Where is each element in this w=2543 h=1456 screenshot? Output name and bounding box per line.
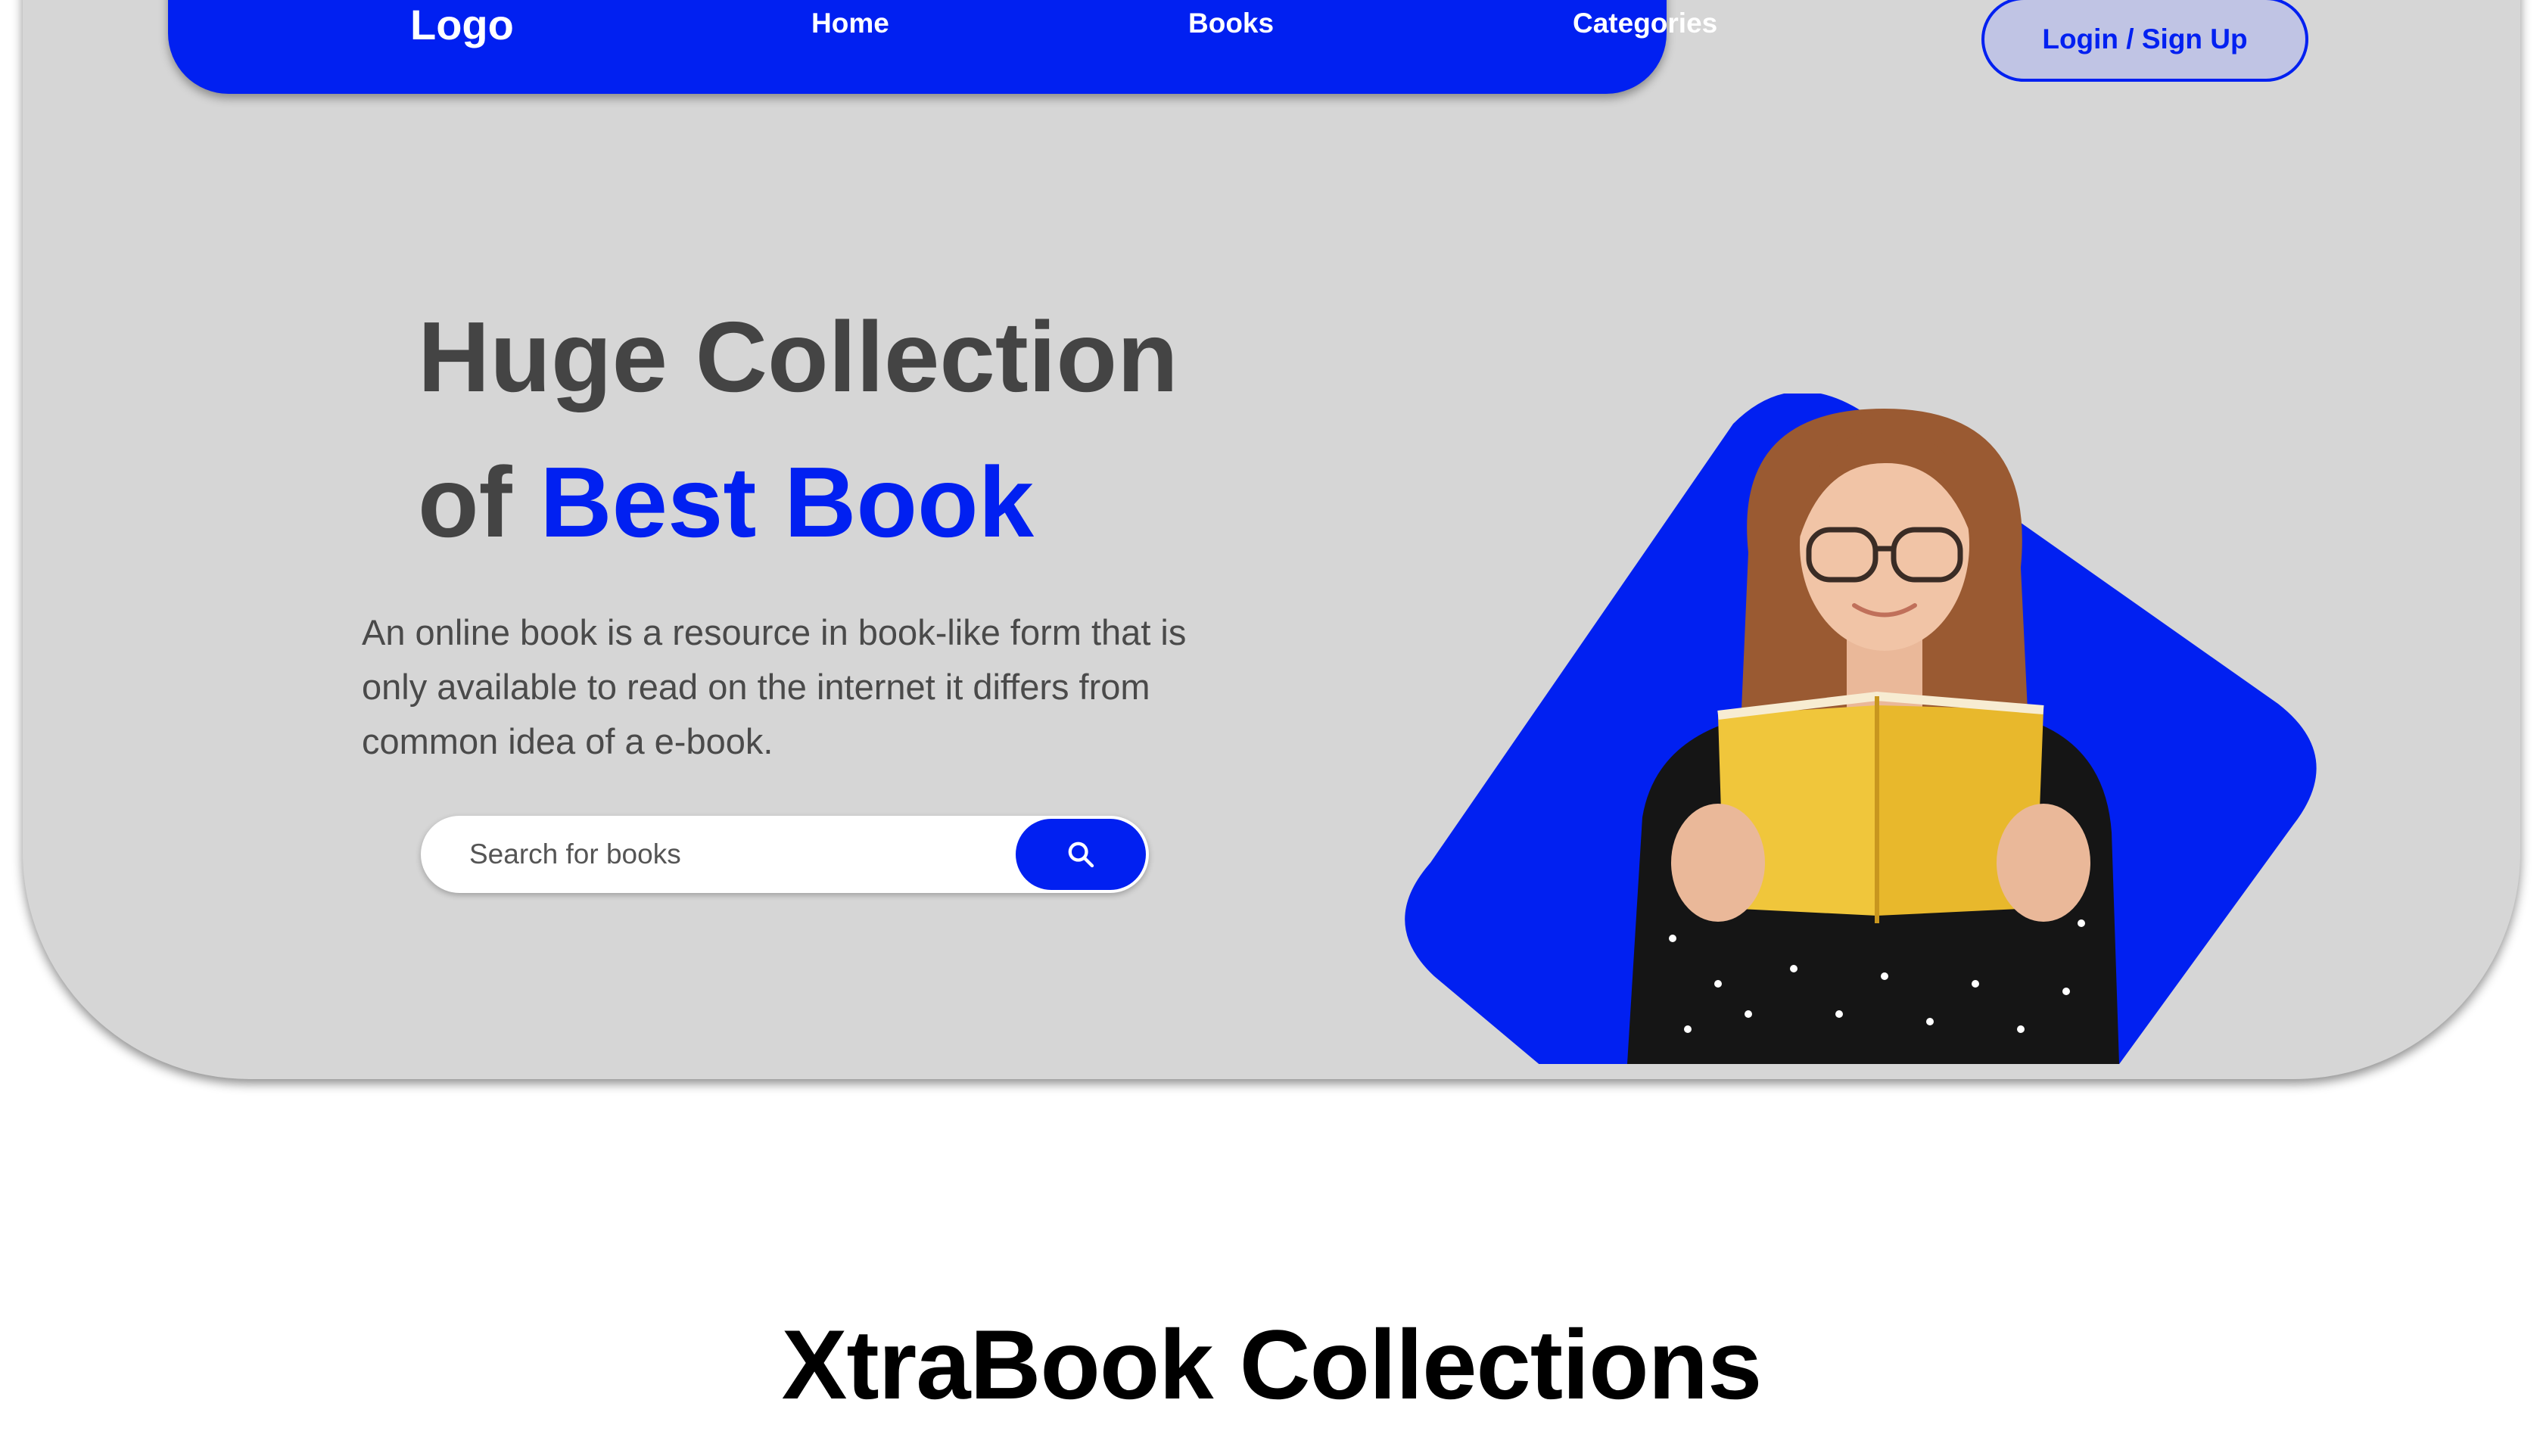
hero-description: An online book is a resource in book-lik… <box>362 612 1187 761</box>
search-button[interactable] <box>1016 819 1146 890</box>
section-title-bold: Book Collections <box>970 1309 1763 1420</box>
left-hand <box>1671 804 1765 922</box>
section-title: XtraBook Collections <box>0 1308 2543 1421</box>
section-title-light: Xtra <box>781 1309 971 1420</box>
hero-headline: Huge Collection of Best Book <box>418 285 1178 575</box>
headline-line1: Huge Collection <box>418 301 1178 412</box>
nav-books-link[interactable]: Books <box>1188 8 1274 39</box>
hero-section: Logo Home Books Categories Login / Sign … <box>23 0 2520 1079</box>
logo[interactable]: Logo <box>410 0 514 49</box>
top-navbar: Logo Home Books Categories <box>168 0 1717 94</box>
headline-of: of <box>418 446 540 558</box>
headline-accent: Best Book <box>540 446 1035 558</box>
search-input[interactable] <box>469 816 938 893</box>
login-signup-button[interactable]: Login / Sign Up <box>1981 0 2308 82</box>
nav-categories-link[interactable]: Categories <box>1573 8 1717 39</box>
search-icon <box>1068 842 1094 868</box>
nav-home-link[interactable]: Home <box>811 8 889 39</box>
right-hand <box>1997 804 2090 922</box>
search-bar <box>421 816 1149 893</box>
hero-illustration <box>1405 394 2317 1064</box>
book-icon <box>1717 691 2044 923</box>
